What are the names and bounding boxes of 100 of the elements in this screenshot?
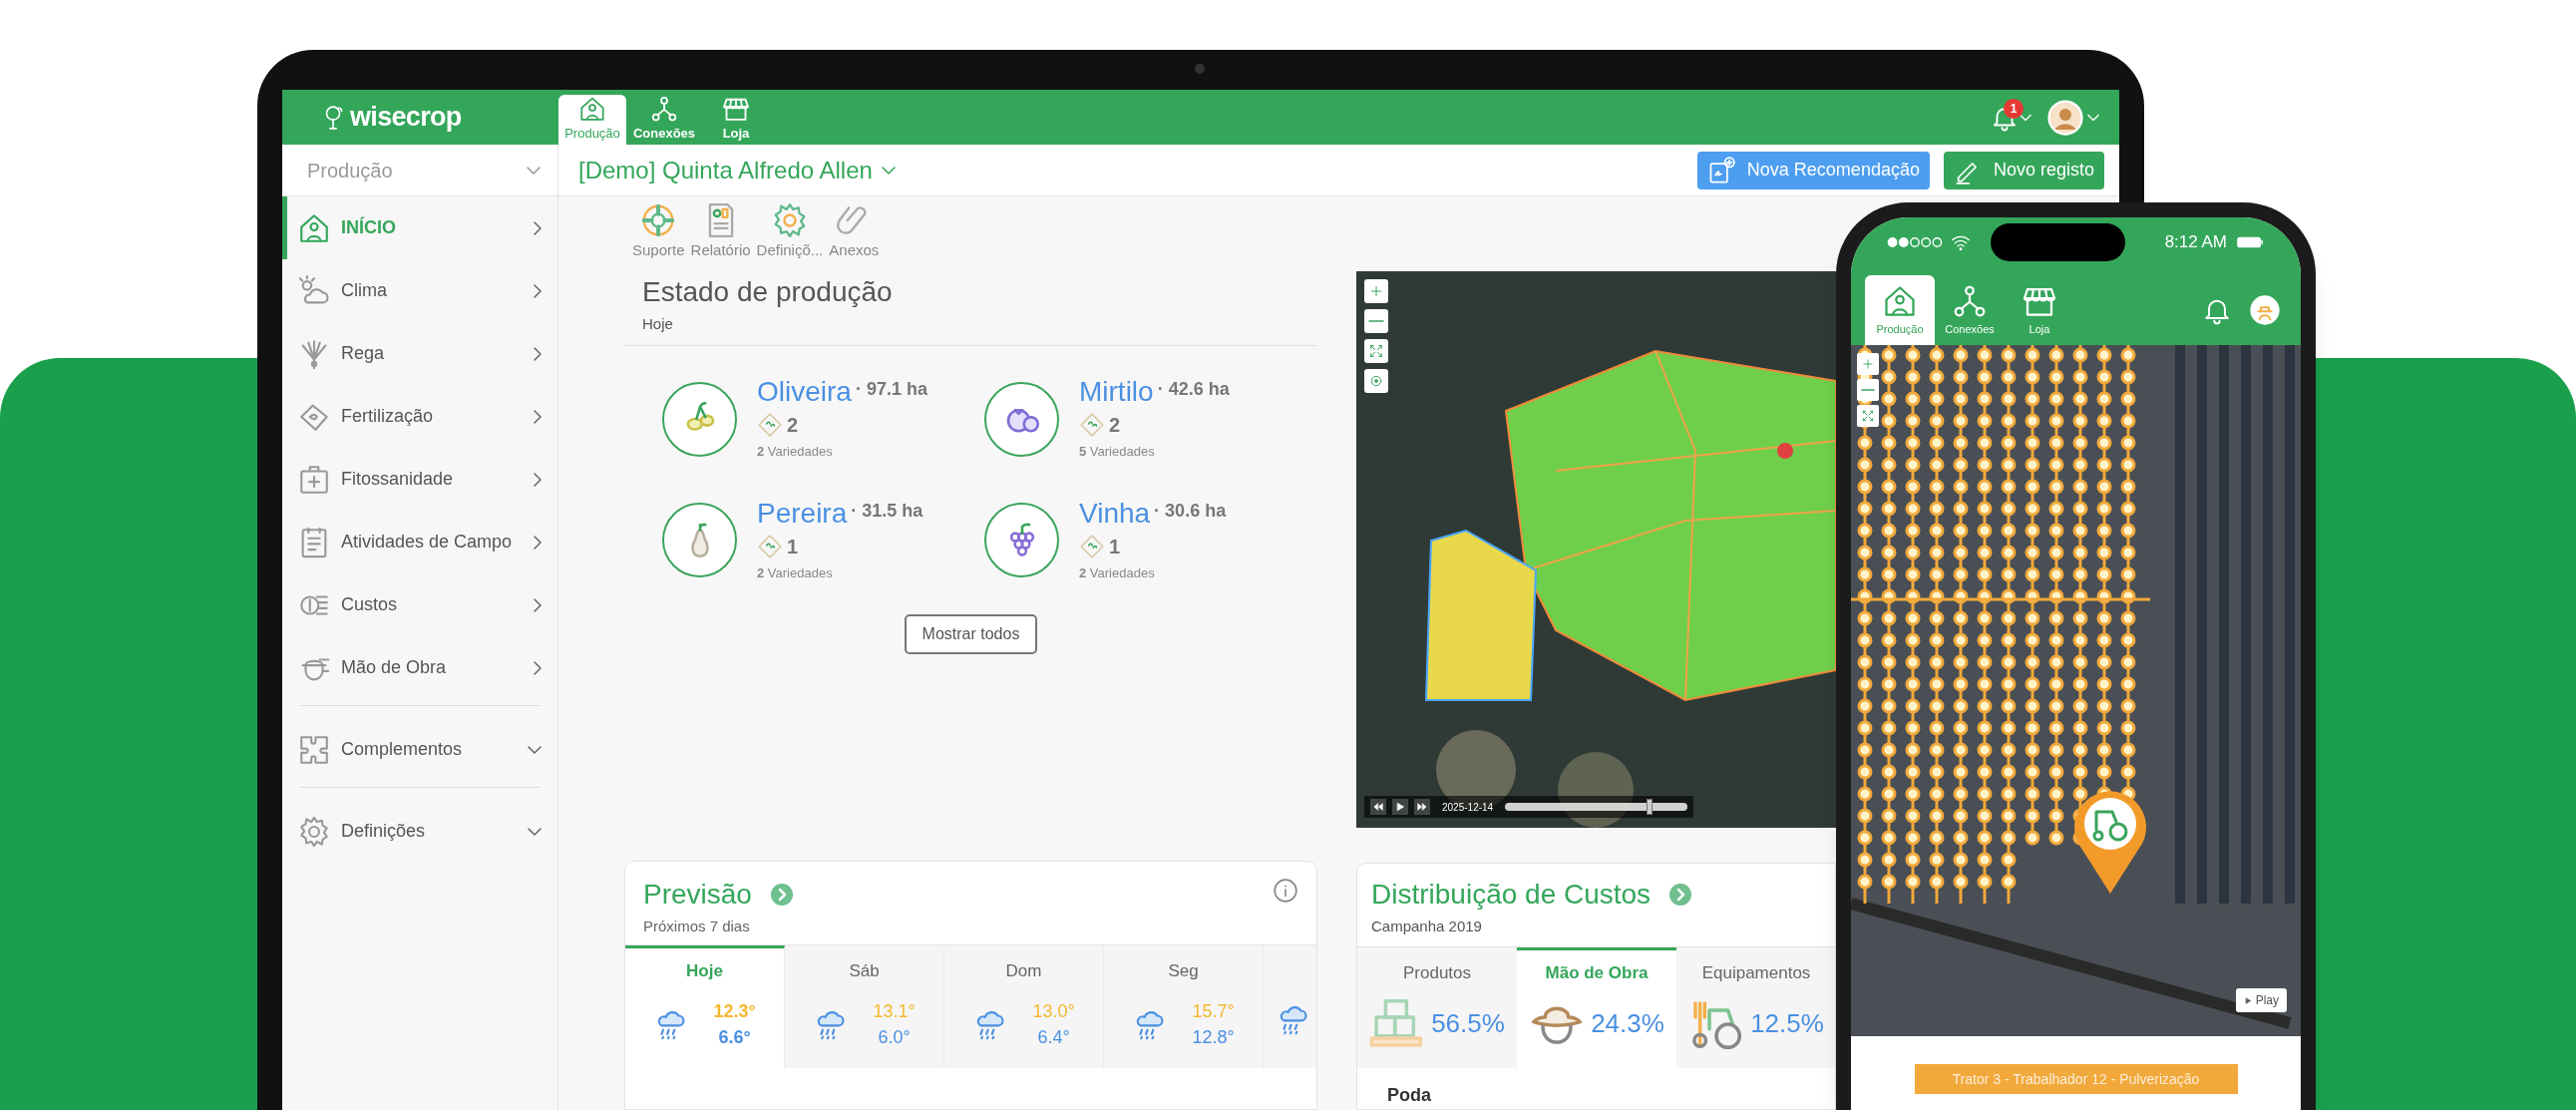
target-icon [1368,373,1384,389]
sidebar-item[interactable]: Custos [282,573,557,636]
zoom-out-button[interactable] [1857,379,1879,401]
section-title: Estado de produção [642,274,894,309]
camera-icon [1195,64,1205,74]
toolbar-button[interactable]: Definiçõ... [756,201,824,271]
cost-share: 12.5% [1750,1007,1824,1041]
nav-tab[interactable]: Loja [702,95,770,145]
sidebar-item[interactable]: INÍCIO [282,196,557,259]
high-temperature: 13.1° [873,999,916,1023]
rewind-button[interactable] [1370,799,1386,816]
high-temperature: 12.3° [713,999,756,1023]
arrow-circle-icon[interactable] [1668,883,1693,908]
notification-badge: 1 [2004,98,2024,119]
nav-tab[interactable]: Conexões [630,95,698,145]
cost-share: 56.5% [1431,1007,1505,1041]
play-button[interactable]: Play [2235,988,2287,1012]
cost-share: 24.3% [1591,1007,1664,1041]
varieties-label: 5 Variedades [1079,443,1156,462]
card-subtitle: Campanha 2019 [1371,917,1483,937]
low-temperature: 12.8° [1192,1025,1235,1049]
play-icon [1394,801,1406,814]
sidebar-item[interactable]: Atividades de Campo [282,511,557,573]
nav-tab[interactable]: Produção [1865,275,1935,345]
forecast-day-tab[interactable]: Sáb 13.1° 6.0° [785,945,944,1069]
play-icon [2243,995,2253,1005]
farm-select[interactable]: [Demo] Quinta Alfredo Allen [558,152,897,188]
fullscreen-button[interactable] [1857,405,1879,427]
crop-name[interactable]: Pereira [757,497,848,530]
sidebar-item[interactable]: Mão de Obra [282,636,557,699]
chevron-right-icon [534,472,542,487]
module-select[interactable]: Produção [282,144,558,196]
forecast-day-tab[interactable]: Seg 15.7° 12.8° [1104,945,1264,1069]
chevron-right-icon [534,283,542,298]
toolbar-button[interactable]: Suporte [632,201,685,271]
seed-packet-icon [1079,533,1105,559]
chevron-down-icon [880,166,897,175]
forward-button[interactable] [1414,799,1430,816]
clock-time: 8:12 AM [2164,231,2227,254]
zoom-in-button[interactable] [1857,353,1879,375]
crop-name[interactable]: Mirtilo [1079,376,1154,409]
chevron-right-icon [534,535,542,550]
sidebar-item[interactable]: Rega [282,322,557,385]
crop-area: · 31.5 ha [851,497,923,525]
varieties-label: 2 Variedades [757,563,834,582]
cost-category-tab[interactable]: Equipamentos 12.5% [1676,947,1835,1068]
zoom-out-button[interactable] [1364,309,1388,333]
variety-count: 2 [787,413,799,439]
sidebar-item[interactable]: Fitossanidade [282,448,557,511]
variety-count: 2 [1109,413,1121,439]
section-subtitle: Hoje [642,313,674,334]
logo-wordmark: wisecrop [350,101,462,135]
seed-packet-icon [1079,412,1105,439]
high-temperature: 13.0° [1032,999,1075,1023]
chevron-right-icon [534,597,542,612]
locate-button[interactable] [1364,369,1388,393]
account-button[interactable] [2249,294,2281,326]
timeline-date: 2025-12-14 [1441,800,1495,815]
fullscreen-button[interactable] [1364,339,1388,363]
nav-tab[interactable]: Produção [558,95,626,145]
zoom-in-button[interactable] [1364,279,1388,303]
info-icon[interactable] [1273,878,1298,905]
expand-icon [1861,409,1875,423]
crop-name[interactable]: Vinha [1079,497,1151,530]
low-temperature: 6.6° [718,1025,751,1049]
toolbar-button[interactable]: Relatório [690,201,751,271]
signal-icon [1887,236,1943,248]
chevron-right-icon [534,409,542,424]
variety-count: 1 [787,534,799,559]
chevron-down-icon [2020,113,2031,122]
sidebar-item[interactable]: Complementos [282,718,557,781]
show-all-button[interactable]: Mostrar todos [904,614,1038,655]
chevron-down-icon [525,166,543,175]
cost-category-tab[interactable]: Produtos 56.5% [1357,947,1517,1068]
crop-area: · 42.6 ha [1157,376,1230,404]
gear-icon [297,814,331,849]
chevron-right-icon [534,220,542,235]
sidebar-item[interactable]: Clima [282,259,557,322]
play-button[interactable] [1392,799,1408,816]
battery-icon [2237,235,2265,249]
crop-area: · 97.1 ha [855,376,927,404]
nav-tab[interactable]: Conexões [1935,275,2005,345]
timeline-thumb[interactable] [1646,799,1653,816]
chevron-down-icon [528,745,542,754]
farmer-avatar-icon [2249,294,2281,326]
sidebar-item[interactable]: Definições [282,800,557,863]
crop-name[interactable]: Oliveira [757,376,852,409]
forecast-day-tab[interactable]: Hoje 12.3° 6.6° [625,945,785,1069]
new-record-button[interactable]: Novo registo [1943,151,2104,189]
new-recommendation-button[interactable]: Nova Recomendação [1696,151,1930,189]
arrow-circle-icon[interactable] [769,883,794,908]
nav-tab[interactable]: Loja [2005,275,2074,345]
account-button[interactable] [2047,99,2099,136]
card-subtitle: Próximos 7 dias [643,917,751,937]
sidebar-item[interactable]: Fertilização [282,385,557,448]
plus-icon [1861,357,1875,371]
barn-icon [577,95,607,124]
toolbar-button[interactable]: Anexos [829,201,880,271]
forecast-day-tab[interactable]: Dom 13.0° 6.4° [944,945,1104,1069]
varieties-label: 2 Variedades [757,443,834,462]
